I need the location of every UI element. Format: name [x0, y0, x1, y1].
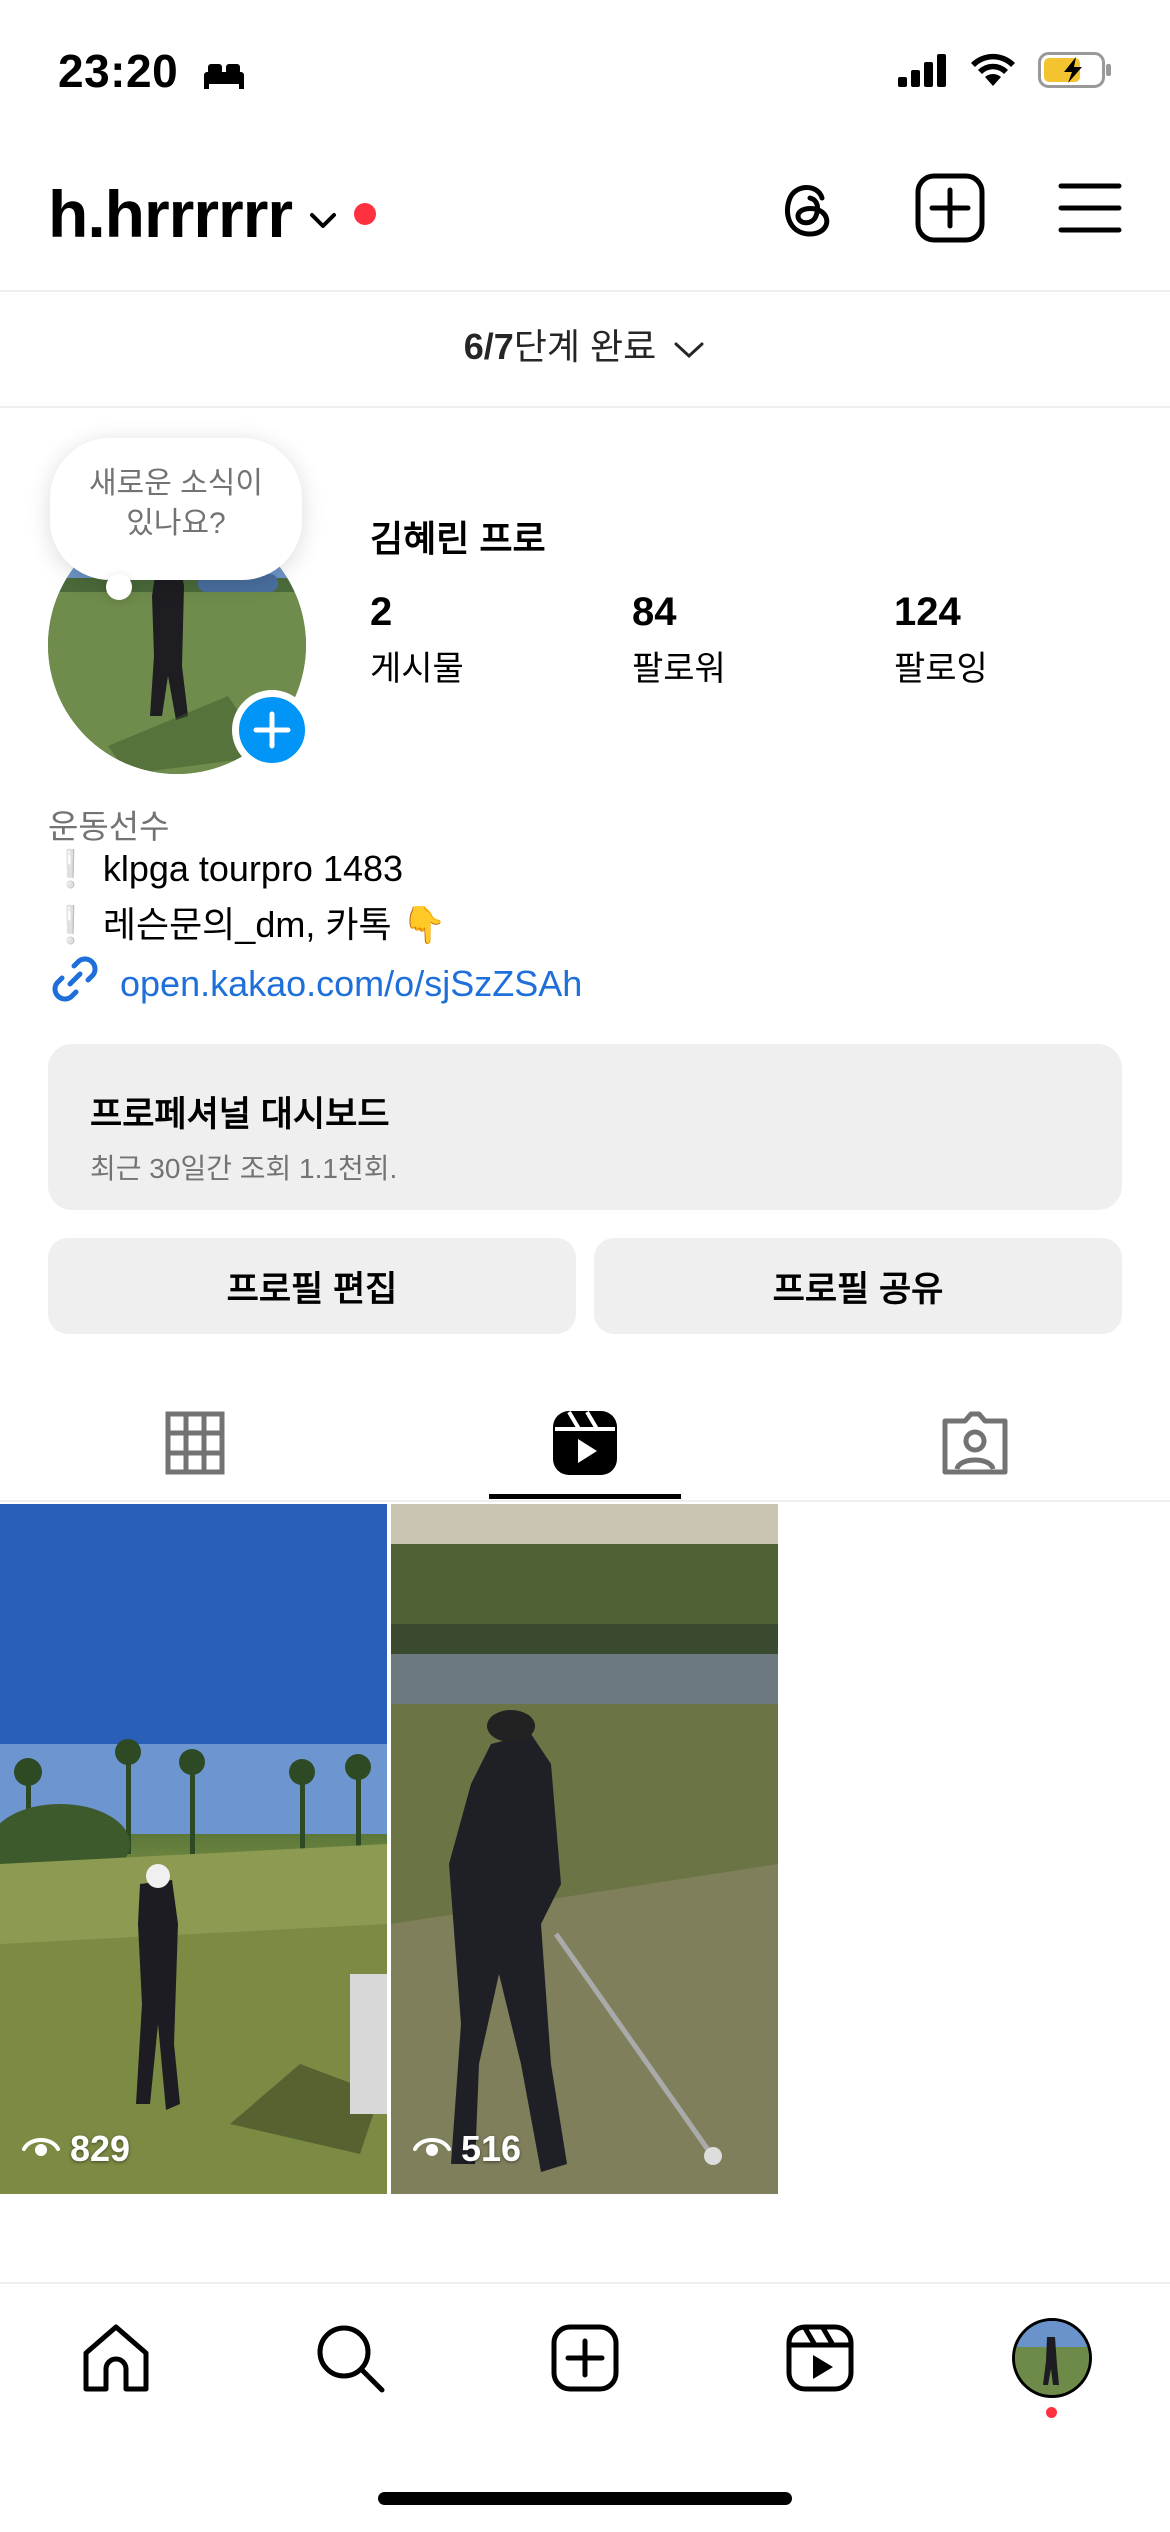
- profile-link[interactable]: open.kakao.com/o/sjSzZSAh: [48, 952, 582, 1015]
- dashboard-title: 프로페셔널 대시보드: [90, 1095, 390, 1134]
- stat-label: 팔로워: [632, 650, 726, 688]
- edit-profile-button[interactable]: 프로필 편집: [48, 1238, 576, 1334]
- link-text: open.kakao.com/o/sjSzZSAh: [120, 962, 583, 1004]
- tab-tagged[interactable]: [780, 1390, 1170, 1500]
- professional-dashboard[interactable]: 프로페셔널 대시보드 최근 30일간 조회 1.1천회.: [48, 1044, 1122, 1210]
- stat-label: 게시물: [370, 650, 464, 688]
- reels-icon: [551, 1409, 619, 1482]
- home-icon[interactable]: [76, 2318, 156, 2398]
- username-switcher[interactable]: h.hrrrrrr: [48, 176, 377, 252]
- share-profile-button[interactable]: 프로필 공유: [594, 1238, 1122, 1334]
- status-icons: [898, 52, 1112, 93]
- battery-charging-icon: [1038, 52, 1112, 93]
- header-actions: [774, 172, 1122, 249]
- profile-notification-dot: [1046, 2407, 1057, 2418]
- notification-dot: [354, 203, 377, 225]
- setup-progress-label: 단계 완료: [513, 326, 657, 367]
- full-name: 김혜린 프로: [370, 518, 546, 559]
- story-prompt-line2: 있나요?: [126, 507, 226, 540]
- divider: [0, 290, 1170, 292]
- stat-value: 84: [632, 590, 677, 634]
- reel-thumbnail[interactable]: 829: [0, 1504, 387, 2194]
- story-prompt-line1: 새로운 소식이: [89, 467, 263, 500]
- bio-line: ❕ 레슨문의_dm, 카톡 👇: [48, 904, 447, 945]
- new-post-icon[interactable]: [914, 172, 986, 249]
- menu-icon[interactable]: [1058, 180, 1122, 241]
- stat-value: 124: [894, 590, 961, 634]
- search-icon[interactable]: [310, 2318, 390, 2398]
- eye-icon: [22, 2128, 60, 2170]
- stat-following[interactable]: 124 팔로잉: [894, 590, 988, 690]
- view-count-value: 829: [70, 2128, 131, 2169]
- stat-label: 팔로잉: [894, 650, 988, 688]
- profile-avatar: [1012, 2318, 1092, 2398]
- threads-icon[interactable]: [774, 174, 842, 247]
- eye-icon: [413, 2128, 451, 2170]
- bed-icon: [202, 60, 246, 95]
- cellular-signal-icon: [898, 53, 948, 92]
- dashboard-subtitle: 최근 30일간 조회 1.1천회.: [90, 1153, 398, 1184]
- bubble-tail: [106, 574, 132, 600]
- tab-reels[interactable]: [390, 1390, 780, 1500]
- stat-followers[interactable]: 84 팔로워: [632, 590, 726, 690]
- setup-progress-count: 6/7: [463, 326, 514, 367]
- home-indicator[interactable]: [378, 2492, 792, 2505]
- stat-value: 2: [370, 590, 393, 634]
- view-count: 516: [413, 2128, 521, 2170]
- link-icon: [48, 952, 102, 1015]
- reel-thumbnail[interactable]: 516: [391, 1504, 778, 2194]
- wifi-icon: [970, 53, 1016, 92]
- tagged-icon: [941, 1411, 1009, 1480]
- create-icon[interactable]: [545, 2318, 625, 2398]
- profile-tab[interactable]: [1012, 2318, 1092, 2398]
- username: h.hrrrrrr: [48, 177, 293, 251]
- chevron-down-icon: [672, 328, 706, 370]
- story-prompt-bubble[interactable]: 새로운 소식이 있나요?: [50, 438, 302, 580]
- reels-nav-icon[interactable]: [780, 2318, 860, 2398]
- add-story-button[interactable]: [232, 690, 312, 770]
- bio-line: ❕ klpga tourpro 1483: [48, 848, 404, 889]
- view-count-value: 516: [461, 2128, 522, 2169]
- grid-icon: [165, 1411, 225, 1480]
- setup-progress[interactable]: 6/7단계 완료: [0, 318, 1170, 370]
- chevron-down-icon: [306, 176, 340, 252]
- active-tab-indicator: [489, 1494, 681, 1499]
- divider: [0, 406, 1170, 408]
- tab-grid[interactable]: [0, 1390, 390, 1500]
- stat-posts[interactable]: 2 게시물: [370, 590, 464, 690]
- status-time: 23:20: [58, 45, 179, 97]
- view-count: 829: [22, 2128, 130, 2170]
- divider: [0, 1500, 1170, 1502]
- profile-category: 운동선수: [48, 808, 170, 845]
